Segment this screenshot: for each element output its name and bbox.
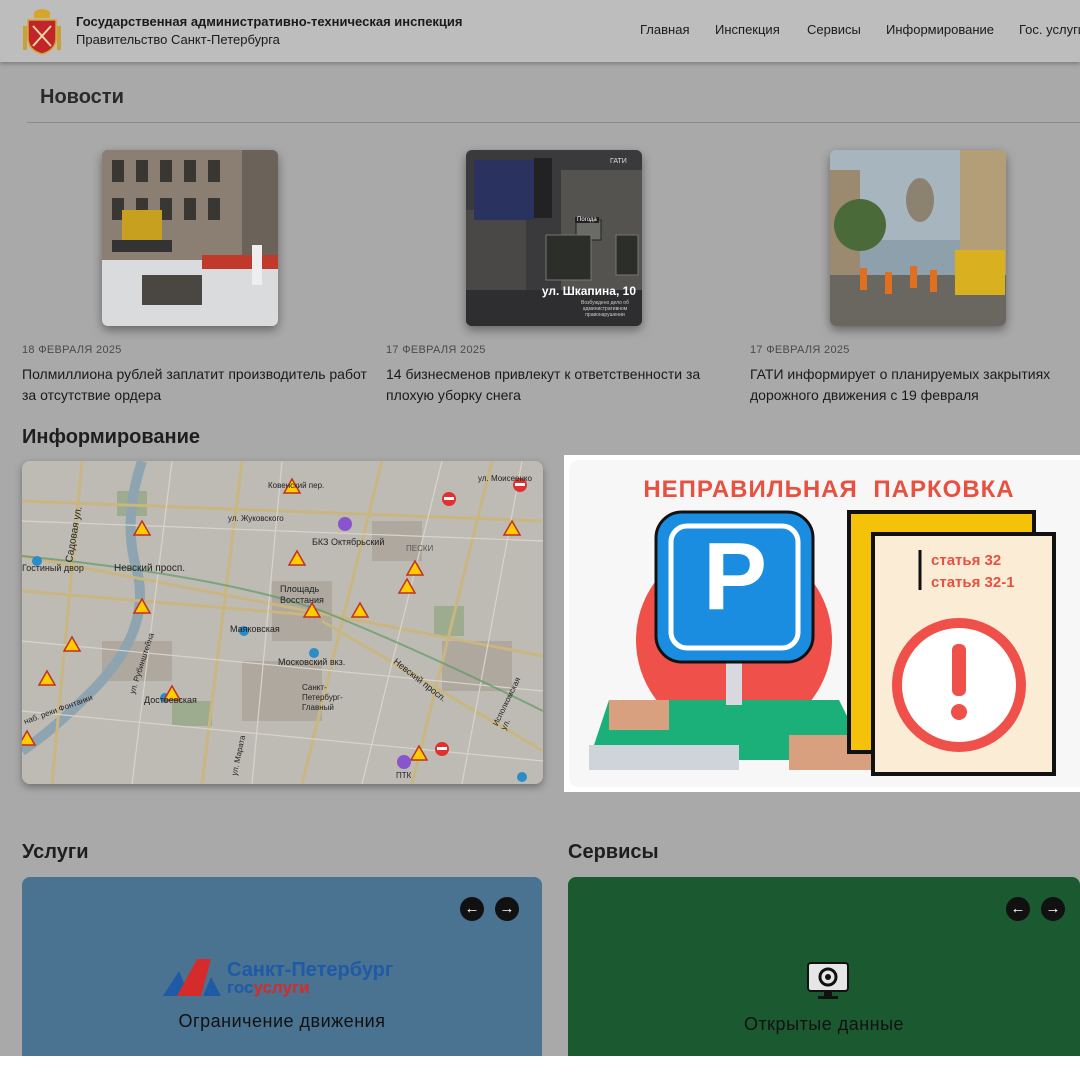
open-data-monitor-icon: [807, 962, 849, 999]
parking-sign-letter: P: [703, 523, 768, 630]
uslugi-next-arrow-icon[interactable]: →: [495, 897, 519, 921]
map-label: ПТК: [396, 771, 412, 780]
news-image-shkapina[interactable]: ГАТИ Погода ул. Шкапина, 10 Возбуждено д…: [466, 150, 642, 326]
nav-item-gosuslugi[interactable]: Гос. услуги: [1019, 22, 1080, 37]
news-image-road-works-snow[interactable]: [102, 150, 278, 326]
informing-heading: Информирование: [22, 426, 201, 448]
page-dimmed-background: Государственная административно-техничес…: [0, 0, 1080, 1056]
news-heading: Новости: [40, 86, 124, 108]
news-thumb-brand: ГАТИ: [610, 158, 627, 165]
uslugi-prev-arrow-icon[interactable]: ←: [460, 897, 484, 921]
parking-illustration: [589, 510, 1056, 776]
parking-article-32: статья 32: [931, 552, 1002, 569]
news-thumb-caption: Возбуждено дело об административном прав…: [581, 300, 629, 318]
gosuslugi-logo-city: Санкт-Петербург: [227, 959, 394, 981]
nav-item-services[interactable]: Сервисы: [807, 22, 861, 37]
news-title[interactable]: 14 бизнесменов привлекут к ответственнос…: [386, 364, 731, 406]
map-label: Гостиный двор: [22, 563, 84, 573]
news-thumb-sign: Погода: [575, 217, 599, 223]
map-label: Невский просп.: [114, 563, 186, 574]
map-label: Площадь Восстания: [280, 584, 324, 605]
uslugi-caption[interactable]: Ограничение движения: [22, 1011, 542, 1032]
parking-banner-card: НЕПРАВИЛЬНАЯ ПАРКОВКА P статья 32 статья…: [569, 460, 1080, 787]
map-label: Достоевская: [144, 695, 197, 705]
traffic-map[interactable]: Ковенский пер. ул. Жуковского БКЗ Октябр…: [22, 461, 543, 784]
news-image-road-closure[interactable]: [830, 150, 1006, 326]
gosuslugi-logo-icon: [163, 959, 221, 996]
gosuslugi-logo-wordmark: госуслуги: [227, 978, 310, 997]
site-header: Государственная административно-техничес…: [0, 0, 1080, 62]
spb-coat-of-arms-icon[interactable]: [20, 6, 64, 56]
gosuslugi-logo-gos: гос: [227, 978, 254, 997]
map-label: Маяковская: [230, 624, 280, 634]
map-label: Санкт-Петербург-Главный: [302, 683, 343, 712]
map-label: ул. Моисеенко: [478, 474, 532, 483]
news-thumb-street: ул. Шкапина, 10: [541, 284, 636, 298]
map-label: ул. Жуковского: [228, 514, 284, 523]
parking-article-32-1: статья 32-1: [931, 574, 1015, 591]
servisy-heading: Сервисы: [568, 841, 659, 863]
map-label: БКЗ Октябрьский: [312, 537, 385, 547]
news-title[interactable]: ГАТИ информирует о планируемых закрытиях…: [750, 364, 1080, 406]
nav-item-home[interactable]: Главная: [640, 22, 689, 37]
org-title: Государственная административно-техничес…: [76, 14, 463, 29]
map-label: ПЕСКИ: [406, 544, 434, 553]
org-subtitle: Правительство Санкт-Петербурга: [76, 32, 280, 47]
news-date: 18 ФЕВРАЛЯ 2025: [22, 344, 122, 356]
map-label: Московский вкз.: [278, 657, 346, 667]
nav-item-informing[interactable]: Информирование: [886, 22, 994, 37]
map-label: Ковенский пер.: [268, 481, 325, 490]
gosuslugi-logo-uslugi: услуги: [253, 978, 310, 997]
organization-name[interactable]: Государственная административно-техничес…: [76, 13, 463, 49]
servisy-next-arrow-icon[interactable]: →: [1041, 897, 1065, 921]
news-date: 17 ФЕВРАЛЯ 2025: [750, 344, 850, 356]
servisy-caption[interactable]: Открытые данные: [568, 1014, 1080, 1035]
parking-banner[interactable]: НЕПРАВИЛЬНАЯ ПАРКОВКА P статья 32 статья…: [564, 455, 1080, 792]
nav-item-inspection[interactable]: Инспекция: [715, 22, 780, 37]
servisy-carousel[interactable]: ← → Открытые данные: [568, 877, 1080, 1056]
servisy-prev-arrow-icon[interactable]: ←: [1006, 897, 1030, 921]
news-date: 17 ФЕВРАЛЯ 2025: [386, 344, 486, 356]
uslugi-carousel[interactable]: ← → Санкт-Петербург госуслуги Ограничени…: [22, 877, 542, 1056]
news-divider: [27, 122, 1080, 123]
uslugi-heading: Услуги: [22, 841, 89, 863]
news-title[interactable]: Полмиллиона рублей заплатит производител…: [22, 364, 367, 406]
